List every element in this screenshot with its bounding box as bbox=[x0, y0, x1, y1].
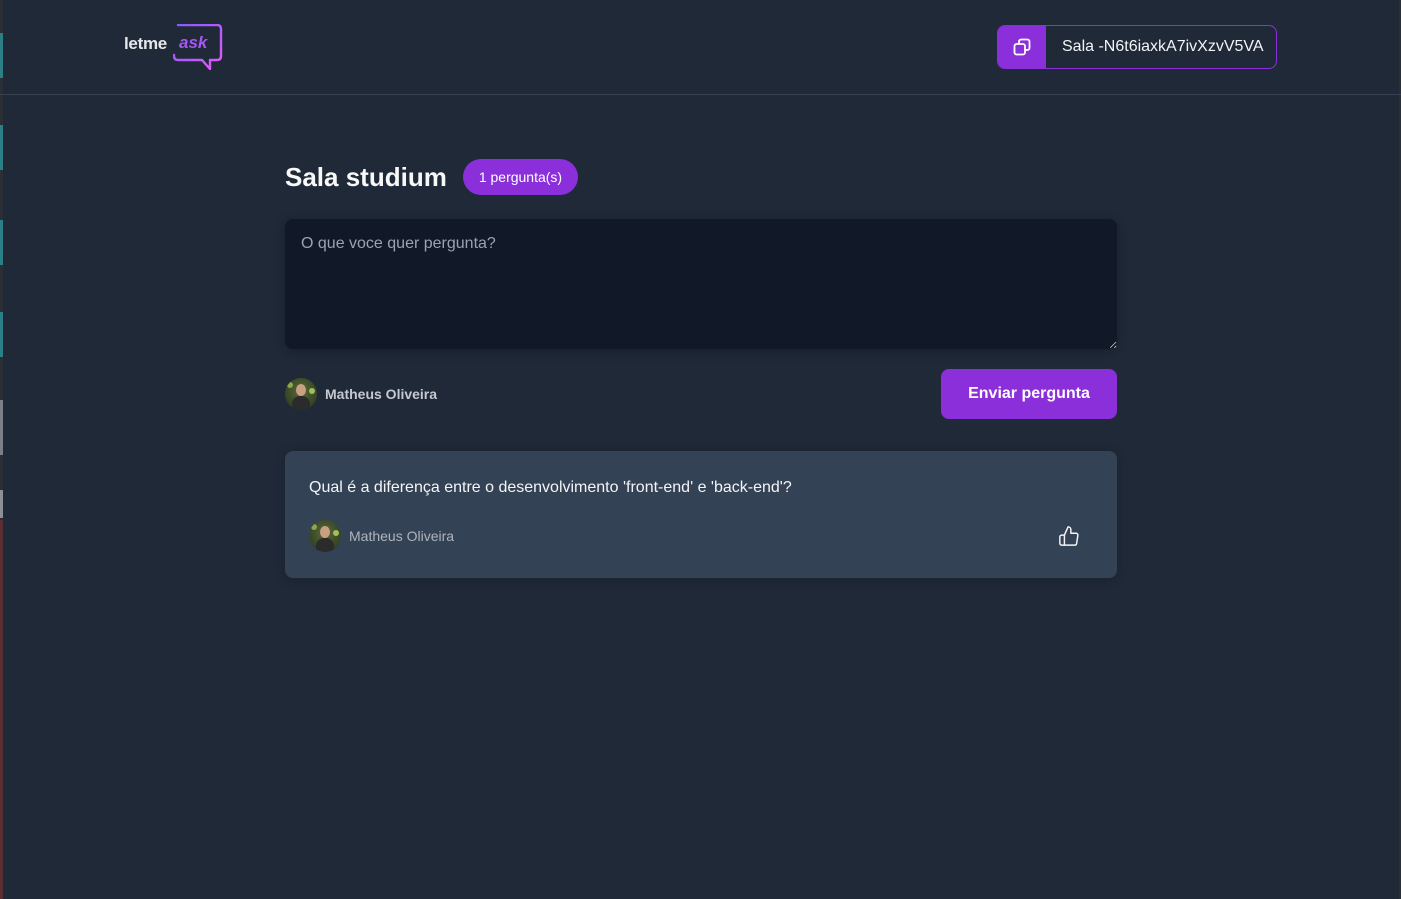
room-code-button[interactable]: Sala -N6t6iaxkA7ivXzvV5VA bbox=[997, 25, 1277, 69]
like-button[interactable] bbox=[1057, 524, 1081, 548]
page-title: Sala studium bbox=[285, 162, 447, 192]
thumbs-up-icon bbox=[1059, 526, 1079, 546]
question-footer: Matheus Oliveira bbox=[309, 520, 1093, 552]
avatar bbox=[309, 520, 341, 552]
form-footer: Matheus Oliveira Enviar pergunta bbox=[285, 369, 1117, 419]
room-code-label: Sala -N6t6iaxkA7ivXzvV5VA bbox=[1062, 38, 1264, 55]
question-author-info: Matheus Oliveira bbox=[309, 520, 454, 552]
current-user-name: Matheus Oliveira bbox=[325, 386, 438, 402]
app-header: letme ask Sala -N6t6iaxkA7ivXzvV5VA bbox=[0, 0, 1401, 95]
current-user-info: Matheus Oliveira bbox=[285, 378, 437, 410]
question-author-name: Matheus Oliveira bbox=[349, 528, 455, 544]
question-content: Qual é a diferença entre o desenvolvimen… bbox=[309, 479, 792, 496]
logo-text-letme: letme bbox=[124, 34, 167, 53]
send-question-button[interactable]: Enviar pergunta bbox=[941, 369, 1117, 419]
copy-icon bbox=[1013, 38, 1031, 56]
question-card: Qual é a diferença entre o desenvolvimen… bbox=[285, 451, 1117, 578]
logo-text-ask: ask bbox=[179, 33, 208, 52]
copy-icon-box bbox=[998, 26, 1046, 68]
avatar bbox=[285, 378, 317, 410]
room-title-row: Sala studium 1 pergunta(s) bbox=[285, 159, 579, 195]
question-count-badge: 1 pergunta(s) bbox=[462, 159, 579, 195]
question-input[interactable] bbox=[285, 219, 1117, 349]
logo[interactable]: letme ask bbox=[124, 24, 223, 70]
window-edge-left bbox=[0, 0, 3, 899]
